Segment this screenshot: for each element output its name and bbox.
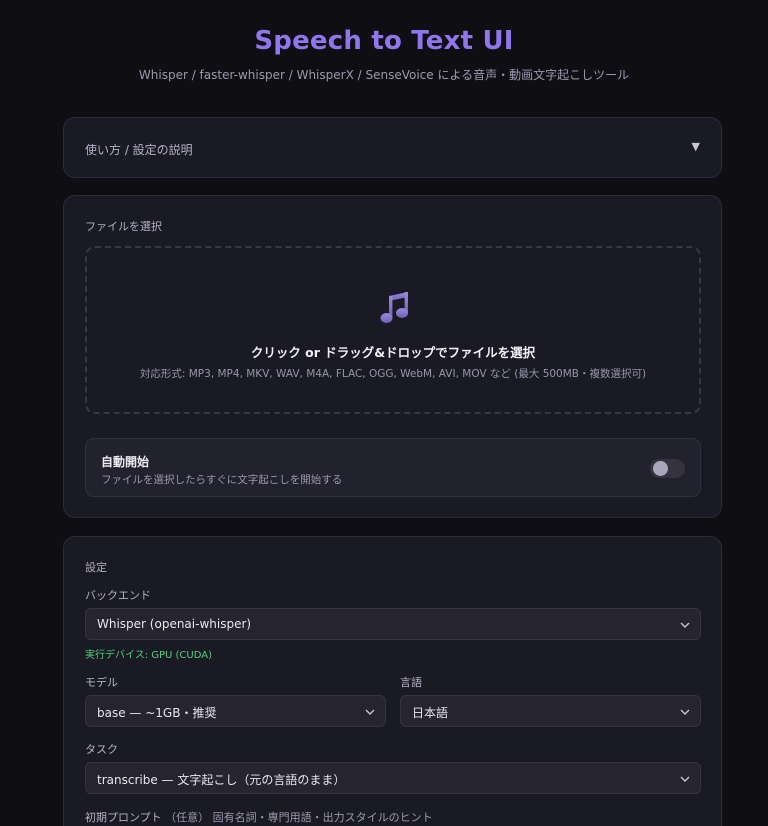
task-select-value: transcribe — 文字起こし（元の言語のまま） xyxy=(97,773,346,787)
model-select-value: base — ~1GB・推奨 xyxy=(97,706,217,720)
language-select-value: 日本語 xyxy=(412,706,449,720)
autostart-title: 自動開始 xyxy=(101,455,150,469)
autostart-toggle[interactable] xyxy=(650,459,685,478)
initial-prompt-title: 初期プロンプト xyxy=(85,811,162,824)
dropzone-title: クリック or ドラッグ&ドロップでファイルを選択 xyxy=(250,345,536,360)
chevron-down-icon xyxy=(680,776,690,782)
music-note-icon xyxy=(375,287,415,327)
settings-card: 設定 バックエンド Whisper (openai-whisper) 実行デバイ… xyxy=(63,536,722,826)
file-section-label: ファイルを選択 xyxy=(85,220,162,233)
initial-prompt-optional: （任意） xyxy=(165,811,210,824)
help-accordion-title: 使い方 / 設定の説明 xyxy=(85,143,193,157)
chevron-down-icon xyxy=(680,709,690,715)
task-select[interactable]: transcribe — 文字起こし（元の言語のまま） xyxy=(85,762,701,794)
dropzone-formats: 対応形式: MP3, MP4, MKV, WAV, M4A, FLAC, OGG… xyxy=(139,368,647,380)
device-info: 実行デバイス: GPU (CUDA) xyxy=(85,650,212,661)
autostart-option: 自動開始 ファイルを選択したらすぐに文字起こしを開始する xyxy=(85,438,701,497)
autostart-description: ファイルを選択したらすぐに文字起こしを開始する xyxy=(101,474,343,486)
backend-select[interactable]: Whisper (openai-whisper) xyxy=(85,608,701,640)
chevron-down-icon xyxy=(680,622,690,628)
file-dropzone[interactable]: クリック or ドラッグ&ドロップでファイルを選択 対応形式: MP3, MP4… xyxy=(85,246,701,414)
settings-section-label: 設定 xyxy=(85,561,107,574)
page-subtitle: Whisper / faster-whisper / WhisperX / Se… xyxy=(138,68,630,82)
initial-prompt-label: 初期プロンプト （任意） 固有名詞・専門用語・出力スタイルのヒント xyxy=(85,809,433,825)
language-select[interactable]: 日本語 xyxy=(400,695,701,727)
page-title: Speech to Text UI xyxy=(254,26,514,56)
backend-label: バックエンド xyxy=(85,589,151,602)
toggle-knob xyxy=(653,461,668,476)
expand-arrow-icon[interactable]: ▼ xyxy=(692,140,700,153)
initial-prompt-hint: 固有名詞・専門用語・出力スタイルのヒント xyxy=(212,811,433,824)
page: Speech to Text UI Whisper / faster-whisp… xyxy=(0,0,768,826)
task-label: タスク xyxy=(85,743,118,756)
model-label: モデル xyxy=(85,676,118,689)
help-accordion[interactable]: 使い方 / 設定の説明 ▼ xyxy=(63,117,722,178)
backend-select-value: Whisper (openai-whisper) xyxy=(97,617,252,631)
model-select[interactable]: base — ~1GB・推奨 xyxy=(85,695,386,727)
language-label: 言語 xyxy=(400,676,422,689)
chevron-down-icon xyxy=(365,709,375,715)
file-select-card: ファイルを選択 クリック or ドラッグ&ドロップでファイルを選択 対応形式: … xyxy=(63,195,722,518)
